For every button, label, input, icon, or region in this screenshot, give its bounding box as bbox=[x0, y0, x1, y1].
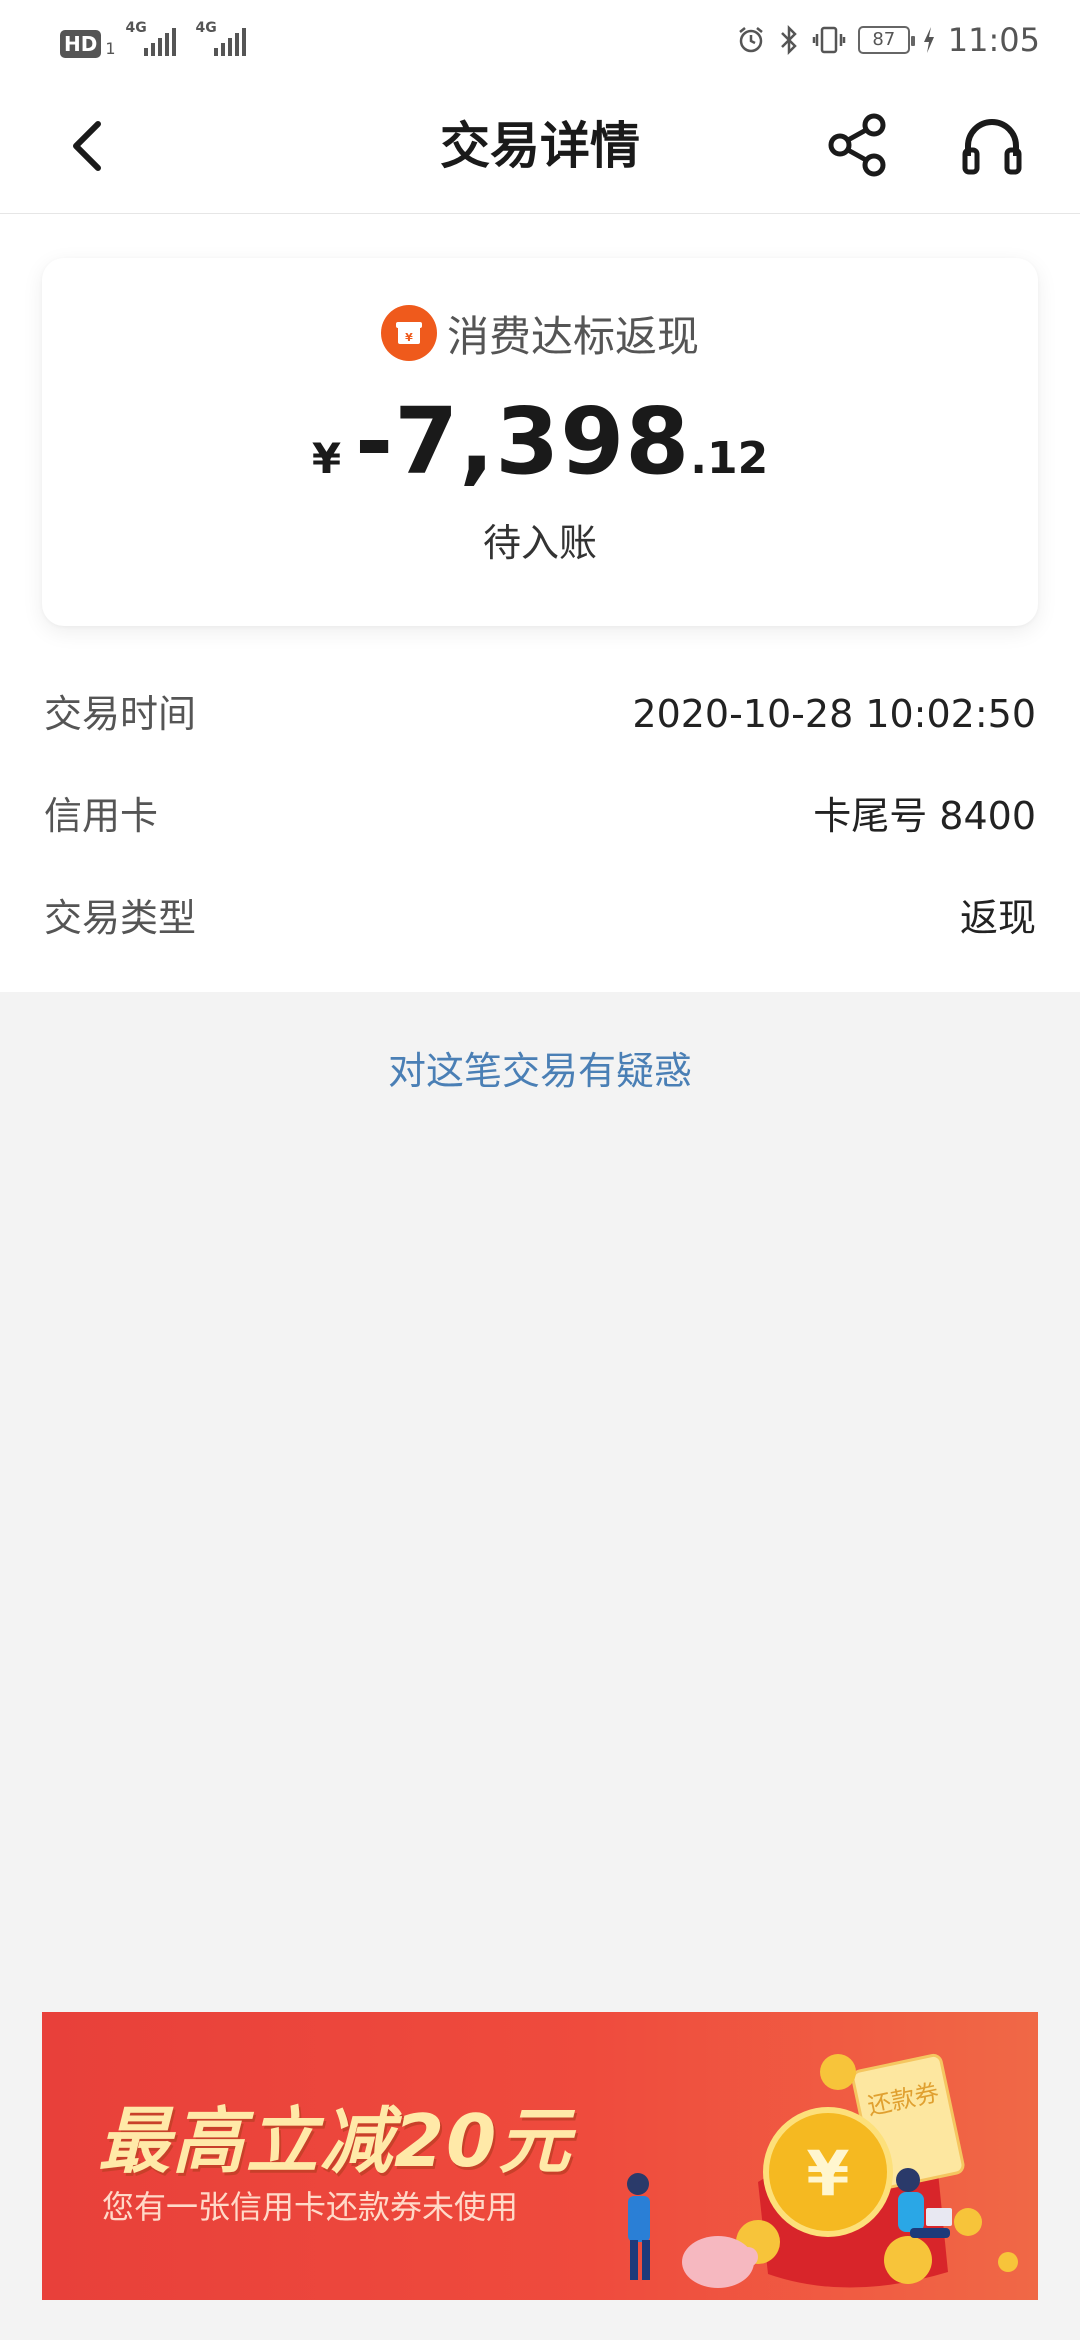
nav-header: 交易详情 bbox=[0, 80, 1080, 214]
sim-slot: 1 bbox=[105, 39, 116, 58]
merchant-icon: ¥ bbox=[380, 305, 437, 361]
status-bar: HD 1 4G 4G 87 11:05 bbox=[0, 0, 1080, 80]
signal-icon-sim2: 4G bbox=[196, 20, 256, 58]
vibrate-icon bbox=[812, 26, 846, 54]
currency-symbol: ¥ bbox=[311, 434, 342, 483]
amount: ¥ -7,398 .12 bbox=[42, 388, 1038, 495]
transaction-status: 待入账 bbox=[482, 521, 597, 565]
bluetooth-icon bbox=[780, 24, 797, 56]
detail-value: 2020-10-28 10:02:50 bbox=[632, 692, 1036, 736]
signal-icon-sim1: 4G bbox=[126, 20, 186, 58]
detail-label: 信用卡 bbox=[44, 794, 159, 838]
customer-service-button[interactable] bbox=[960, 114, 1024, 178]
coin-symbol: ¥ bbox=[806, 2137, 849, 2210]
amount-integer: -7,398 bbox=[355, 388, 691, 495]
transaction-summary-card: ¥ 消费达标返现 ¥ -7,398 .12 待入账 bbox=[42, 258, 1038, 626]
share-icon bbox=[828, 113, 886, 177]
alarm-icon bbox=[739, 27, 763, 53]
detail-value: 卡尾号 8400 bbox=[813, 794, 1036, 838]
status-right: 87 11:05 bbox=[736, 18, 1040, 62]
page-title: 交易详情 bbox=[440, 117, 640, 175]
headphones-icon bbox=[962, 119, 1022, 175]
detail-row-card: 信用卡 卡尾号 8400 bbox=[44, 786, 1036, 846]
banner-subtitle: 您有一张信用卡还款券未使用 bbox=[102, 2188, 519, 2226]
detail-label: 交易时间 bbox=[44, 692, 197, 736]
banner-illustration: 还款券 ¥ bbox=[627, 2053, 1018, 2288]
banner-title: 最高立减20元 bbox=[98, 2099, 573, 2183]
status-left: HD 1 4G 4G bbox=[60, 20, 256, 58]
transaction-inquiry-link[interactable]: 对这笔交易有疑惑 bbox=[0, 1040, 1080, 1095]
amount-decimal: .12 bbox=[690, 433, 769, 484]
promo-banner[interactable]: 最高立减20元 您有一张信用卡还款券未使用 还款券 ¥ bbox=[42, 2012, 1038, 2300]
detail-label: 交易类型 bbox=[44, 896, 197, 940]
share-button[interactable] bbox=[826, 112, 892, 178]
battery-icon: 87 bbox=[857, 26, 915, 54]
hd-badge: HD bbox=[60, 30, 102, 58]
detail-row-type: 交易类型 返现 bbox=[44, 888, 1036, 948]
wallet-icon: ¥ bbox=[395, 322, 422, 344]
detail-row-time: 交易时间 2020-10-28 10:02:50 bbox=[44, 684, 1036, 744]
detail-value: 返现 bbox=[959, 896, 1036, 940]
merchant-row: ¥ 消费达标返现 bbox=[42, 302, 1038, 364]
svg-text:¥: ¥ bbox=[405, 331, 413, 344]
charging-icon bbox=[923, 27, 934, 53]
merchant-name: 消费达标返现 bbox=[446, 311, 699, 361]
clock: 11:05 bbox=[947, 21, 1040, 59]
